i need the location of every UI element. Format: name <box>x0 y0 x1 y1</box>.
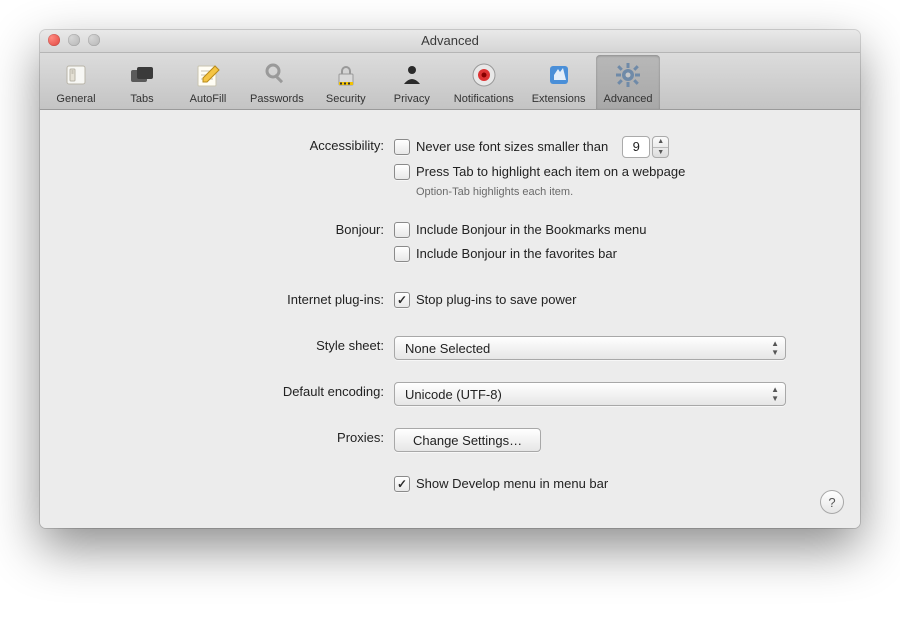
encoding-value: Unicode (UTF-8) <box>405 387 502 402</box>
plugins-label: Internet plug-ins: <box>74 290 394 307</box>
min-font-size-stepper[interactable]: ▲ ▼ <box>652 136 669 158</box>
never-smaller-font-label: Never use font sizes smaller than <box>416 137 608 157</box>
close-window-button[interactable] <box>48 34 60 46</box>
stepper-up-icon: ▲ <box>653 137 668 148</box>
encoding-popup[interactable]: Unicode (UTF-8) ▲▼ <box>394 382 786 406</box>
lock-icon <box>330 59 362 91</box>
content-area: Accessibility: Never use font sizes smal… <box>40 110 860 528</box>
show-develop-menu-label: Show Develop menu in menu bar <box>416 474 608 494</box>
popup-arrows-icon: ▲▼ <box>771 339 779 357</box>
popup-arrows-icon: ▲▼ <box>771 385 779 403</box>
toolbar-label: General <box>56 93 95 105</box>
help-icon: ? <box>828 495 835 510</box>
extensions-icon <box>543 59 575 91</box>
toolbar-privacy[interactable]: Privacy <box>380 55 444 109</box>
bonjour-favorites-checkbox[interactable] <box>394 246 410 262</box>
toolbar-notifications[interactable]: Notifications <box>446 55 522 109</box>
toolbar-label: Extensions <box>532 93 586 105</box>
preferences-window: Advanced General Tabs <box>40 30 860 528</box>
switch-icon <box>60 59 92 91</box>
proxies-label: Proxies: <box>74 428 394 445</box>
toolbar-extensions[interactable]: Extensions <box>524 55 594 109</box>
toolbar-label: Security <box>326 93 366 105</box>
toolbar-security[interactable]: Security <box>314 55 378 109</box>
change-settings-button-label: Change Settings… <box>413 433 522 448</box>
show-develop-menu-checkbox[interactable] <box>394 476 410 492</box>
toolbar-label: Advanced <box>604 93 653 105</box>
bonjour-bookmarks-label: Include Bonjour in the Bookmarks menu <box>416 220 647 240</box>
pencil-form-icon <box>192 59 224 91</box>
window-title: Advanced <box>421 33 479 48</box>
minimize-window-button[interactable] <box>68 34 80 46</box>
press-tab-label: Press Tab to highlight each item on a we… <box>416 162 685 182</box>
stylesheet-label: Style sheet: <box>74 336 394 353</box>
toolbar-passwords[interactable]: Passwords <box>242 55 312 109</box>
toolbar-label: Notifications <box>454 93 514 105</box>
titlebar: Advanced <box>40 30 860 53</box>
gear-icon <box>612 59 644 91</box>
never-smaller-font-checkbox[interactable] <box>394 139 410 155</box>
stylesheet-popup[interactable]: None Selected ▲▼ <box>394 336 786 360</box>
stylesheet-value: None Selected <box>405 341 490 356</box>
toolbar-label: Passwords <box>250 93 304 105</box>
press-tab-checkbox[interactable] <box>394 164 410 180</box>
toolbar-autofill[interactable]: AutoFill <box>176 55 240 109</box>
bonjour-bookmarks-checkbox[interactable] <box>394 222 410 238</box>
toolbar-general[interactable]: General <box>44 55 108 109</box>
preferences-toolbar: General Tabs AutoFill <box>40 53 860 110</box>
tabs-icon <box>126 59 158 91</box>
encoding-label: Default encoding: <box>74 382 394 399</box>
privacy-icon <box>396 59 428 91</box>
toolbar-advanced[interactable]: Advanced <box>596 55 661 109</box>
stop-plugins-checkbox[interactable] <box>394 292 410 308</box>
zoom-window-button[interactable] <box>88 34 100 46</box>
change-settings-button[interactable]: Change Settings… <box>394 428 541 452</box>
help-button[interactable]: ? <box>820 490 844 514</box>
accessibility-label: Accessibility: <box>74 136 394 153</box>
stop-plugins-label: Stop plug-ins to save power <box>416 290 576 310</box>
toolbar-label: AutoFill <box>190 93 227 105</box>
toolbar-label: Privacy <box>394 93 430 105</box>
notifications-icon <box>468 59 500 91</box>
press-tab-hint: Option-Tab highlights each item. <box>416 186 826 198</box>
stepper-down-icon: ▼ <box>653 148 668 158</box>
bonjour-favorites-label: Include Bonjour in the favorites bar <box>416 244 617 264</box>
bonjour-label: Bonjour: <box>74 220 394 237</box>
key-icon <box>261 59 293 91</box>
min-font-size-field[interactable]: 9 <box>622 136 650 158</box>
toolbar-label: Tabs <box>130 93 153 105</box>
toolbar-tabs[interactable]: Tabs <box>110 55 174 109</box>
